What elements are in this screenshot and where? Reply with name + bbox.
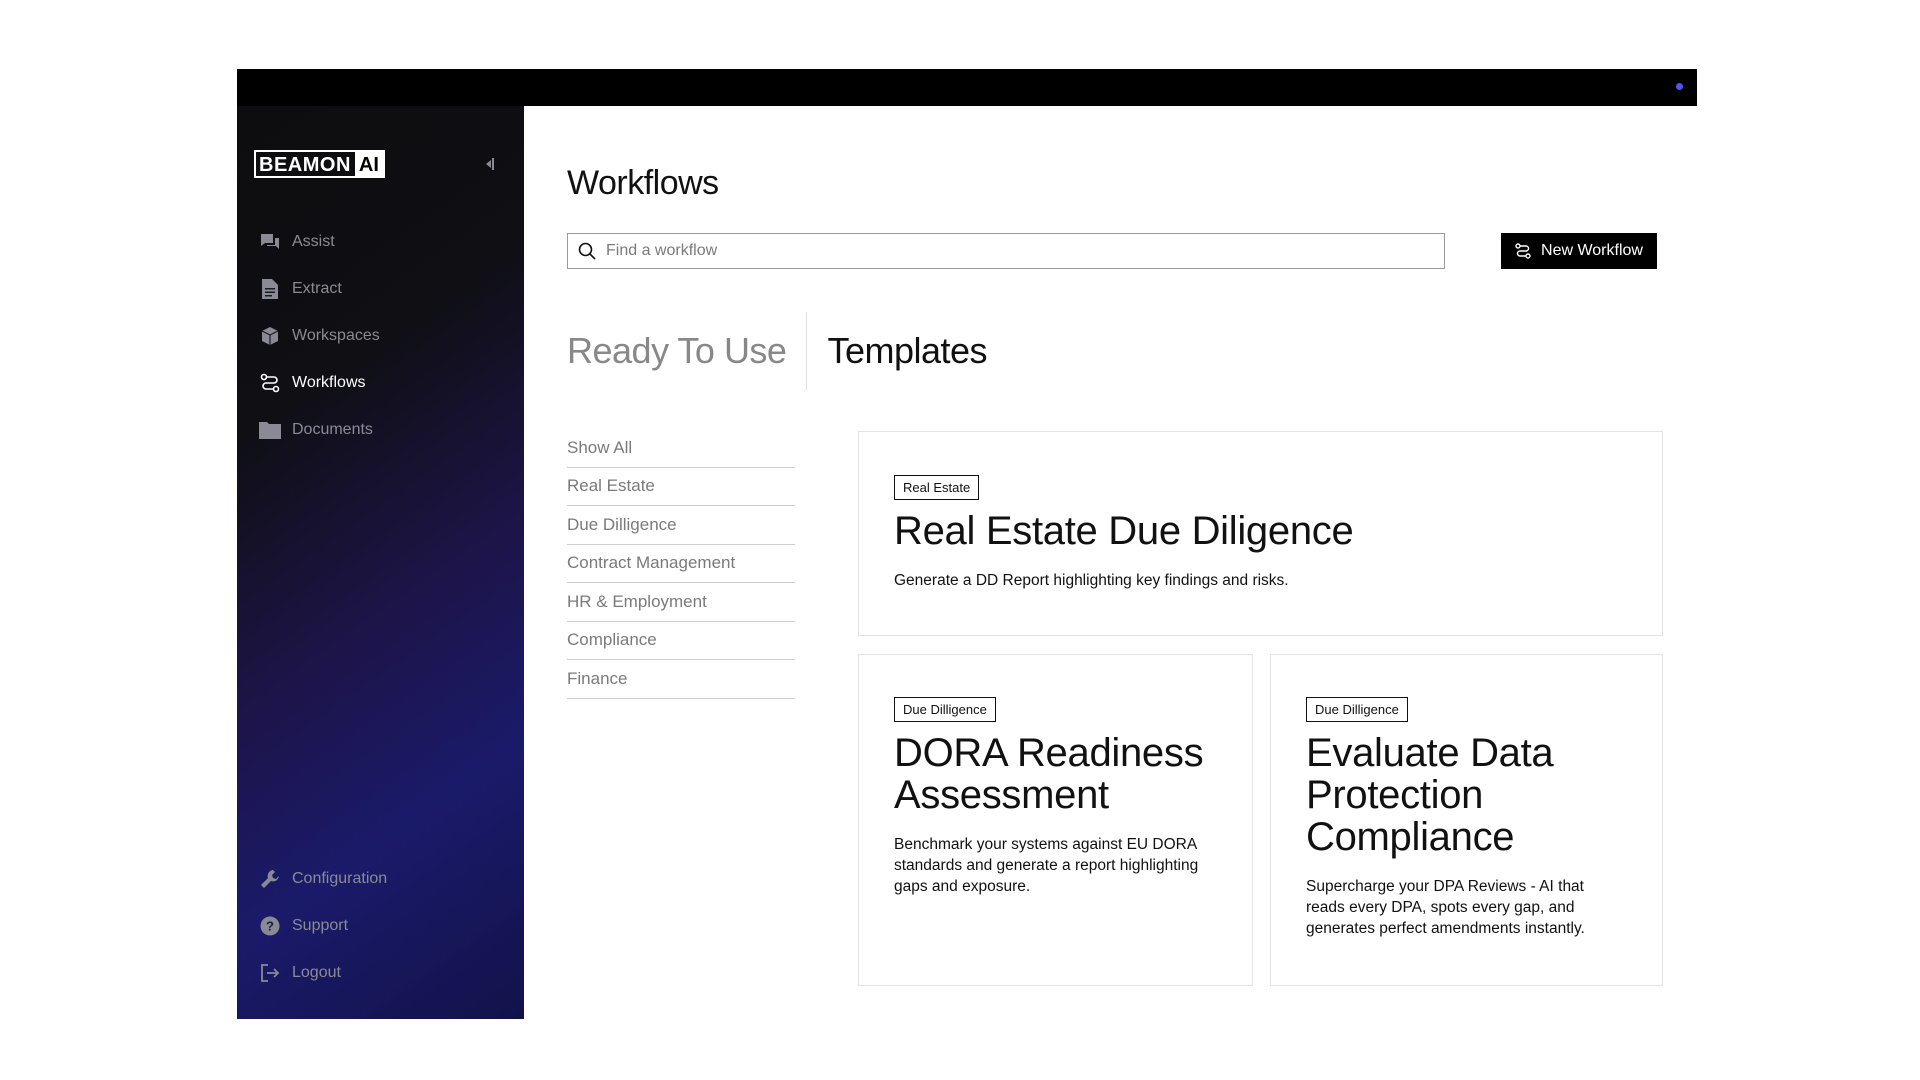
document-icon bbox=[259, 278, 281, 300]
card-title: Real Estate Due Diligence bbox=[894, 509, 1354, 553]
tab-ready-to-use[interactable]: Ready To Use bbox=[567, 330, 806, 372]
card-tag: Due Dilligence bbox=[894, 697, 996, 722]
sidebar-item-workspaces[interactable]: Workspaces bbox=[255, 312, 505, 359]
category-item[interactable]: Real Estate bbox=[567, 468, 795, 506]
sidebar-item-label: Configuration bbox=[292, 869, 388, 887]
template-card[interactable]: Due Dilligence Evaluate Data Protection … bbox=[1270, 654, 1663, 986]
search-bar[interactable] bbox=[567, 233, 1445, 269]
sidebar-item-logout[interactable]: Logout bbox=[255, 949, 505, 996]
template-card[interactable]: Due Dilligence DORA Readiness Assessment… bbox=[858, 654, 1253, 986]
workflow-icon bbox=[1515, 243, 1531, 259]
tab-templates[interactable]: Templates bbox=[807, 330, 987, 372]
new-workflow-label: New Workflow bbox=[1541, 242, 1643, 259]
sidebar-item-configuration[interactable]: Configuration bbox=[255, 855, 505, 902]
cube-icon bbox=[259, 325, 281, 347]
search-input[interactable] bbox=[606, 242, 1426, 260]
category-item[interactable]: HR & Employment bbox=[567, 583, 795, 622]
svg-text:?: ? bbox=[266, 918, 274, 933]
sidebar-item-documents[interactable]: Documents bbox=[255, 406, 505, 453]
main-content: Workflows New Workflow Ready To Use Temp… bbox=[524, 106, 1697, 1019]
card-description: Benchmark your systems against EU DORA s… bbox=[894, 836, 1199, 895]
sidebar-item-label: Documents bbox=[292, 420, 373, 438]
sidebar-nav: Assist Extract Workspaces Workflows Docu… bbox=[255, 218, 505, 453]
sidebar-item-label: Workflows bbox=[292, 373, 366, 391]
logout-icon bbox=[259, 962, 281, 984]
app-window: BEAMON AI Assist Extract Workspaces Work… bbox=[237, 69, 1697, 1019]
top-bar bbox=[237, 69, 1697, 106]
sidebar-item-label: Extract bbox=[292, 279, 342, 297]
help-icon: ? bbox=[259, 915, 281, 937]
sidebar-item-assist[interactable]: Assist bbox=[255, 218, 505, 265]
card-tag: Real Estate bbox=[894, 475, 980, 500]
search-icon bbox=[578, 242, 596, 260]
sidebar-item-label: Support bbox=[292, 916, 349, 934]
card-tag: Due Dilligence bbox=[1306, 697, 1408, 722]
card-title: Evaluate Data Protection Compliance bbox=[1306, 731, 1554, 859]
sidebar-bottom-nav: Configuration ? Support Logout bbox=[255, 855, 505, 996]
card-description: Supercharge your DPA Reviews - AI that r… bbox=[1306, 878, 1585, 937]
category-item[interactable]: Compliance bbox=[567, 622, 795, 660]
sidebar-item-label: Logout bbox=[292, 963, 341, 981]
card-title: DORA Readiness Assessment bbox=[894, 731, 1204, 817]
sidebar-item-label: Workspaces bbox=[292, 326, 380, 344]
workflow-icon bbox=[259, 372, 281, 394]
new-workflow-button[interactable]: New Workflow bbox=[1501, 233, 1657, 269]
category-item[interactable]: Due Dilligence bbox=[567, 506, 795, 545]
logo-text: BEAMON bbox=[259, 154, 351, 176]
sidebar: BEAMON AI Assist Extract Workspaces Work… bbox=[237, 106, 524, 1019]
category-list: Show All Real Estate Due Dilligence Cont… bbox=[567, 429, 795, 699]
sidebar-item-support[interactable]: ? Support bbox=[255, 902, 505, 949]
category-item[interactable]: Show All bbox=[567, 429, 795, 468]
sidebar-item-extract[interactable]: Extract bbox=[255, 265, 505, 312]
sidebar-item-label: Assist bbox=[292, 232, 335, 250]
template-card[interactable]: Real Estate Real Estate Due Diligence Ge… bbox=[858, 431, 1663, 636]
card-description: Generate a DD Report highlighting key fi… bbox=[894, 572, 1289, 589]
chat-icon bbox=[259, 231, 281, 253]
wrench-icon bbox=[259, 868, 281, 890]
status-dot bbox=[1676, 83, 1683, 90]
category-item[interactable]: Contract Management bbox=[567, 545, 795, 583]
logo: BEAMON AI bbox=[254, 150, 385, 178]
page-title: Workflows bbox=[567, 164, 719, 202]
collapse-sidebar-icon[interactable] bbox=[479, 153, 499, 175]
sidebar-item-workflows[interactable]: Workflows bbox=[255, 359, 505, 406]
category-item[interactable]: Finance bbox=[567, 660, 795, 699]
tabs: Ready To Use Templates bbox=[567, 312, 988, 390]
logo-ai: AI bbox=[354, 152, 383, 176]
folder-icon bbox=[259, 419, 281, 441]
